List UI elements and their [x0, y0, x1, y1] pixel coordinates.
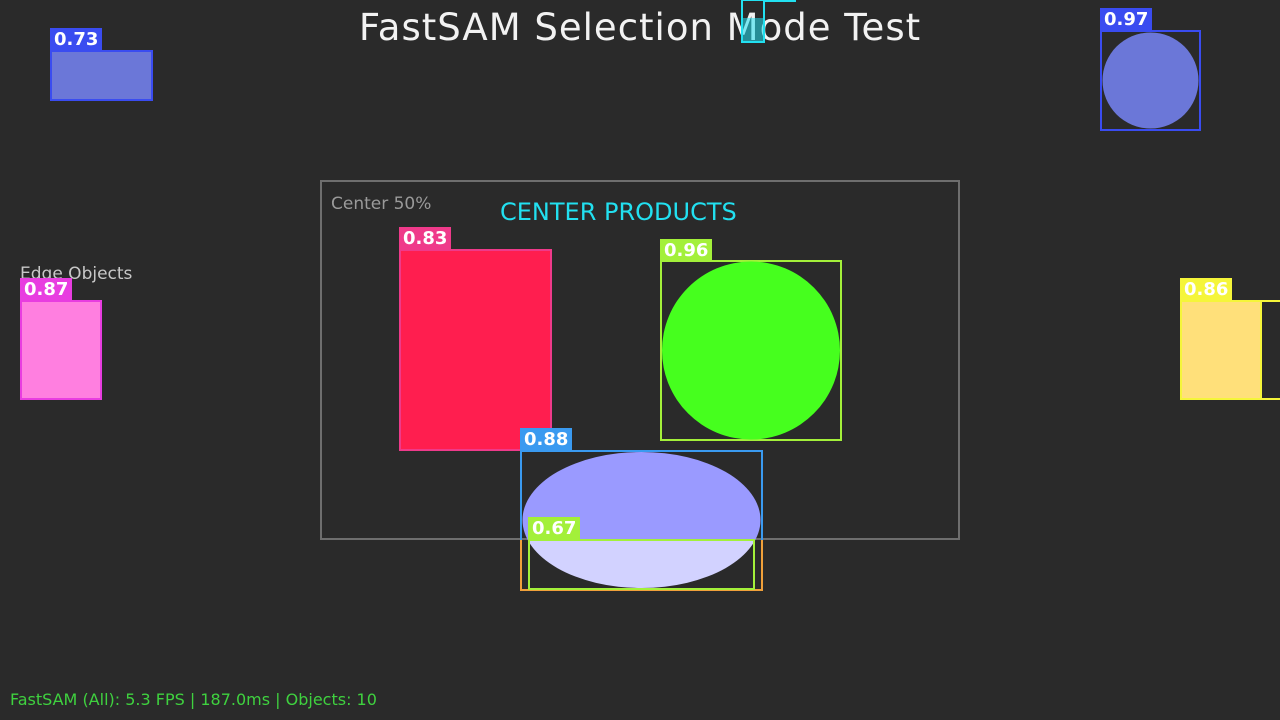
detection-box[interactable] — [399, 249, 552, 451]
detection-box[interactable] — [528, 539, 755, 590]
detection-score-label: 0.88 — [520, 428, 573, 451]
detection-mask-circle — [662, 261, 840, 440]
window-title: FastSAM Selection Mode Test — [358, 6, 922, 49]
detection-box[interactable] — [50, 50, 153, 101]
detection-score-label: 0.73 — [50, 28, 103, 51]
detection-score-label: 0.96 — [660, 239, 713, 262]
detection-mask-circle — [1102, 32, 1199, 129]
title-marker-box — [741, 0, 796, 43]
detection-score-label: 0.97 — [1100, 8, 1153, 31]
detection-box-outer — [1180, 300, 1280, 400]
status-bar: FastSAM (All): 5.3 FPS | 187.0ms | Objec… — [10, 690, 377, 709]
center-zone-title: CENTER PRODUCTS — [500, 198, 737, 226]
detection-score-label: 0.87 — [20, 278, 73, 301]
center-zone-label: Center 50% — [331, 194, 432, 214]
detection-box[interactable] — [20, 300, 102, 400]
detection-score-label: 0.67 — [528, 517, 581, 540]
detection-score-label: 0.86 — [1180, 278, 1233, 301]
detection-score-label: 0.83 — [399, 227, 452, 250]
